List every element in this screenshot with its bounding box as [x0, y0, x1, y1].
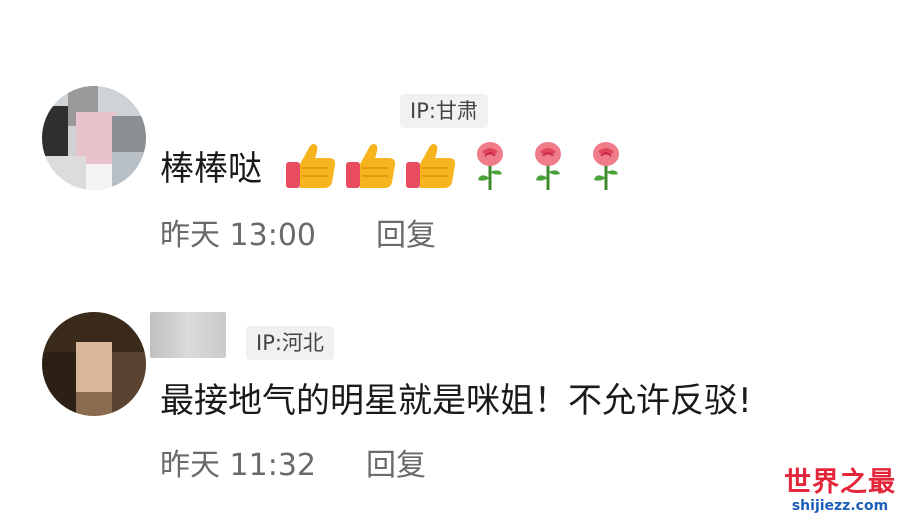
- rose-icon: [593, 142, 619, 190]
- reply-button[interactable]: 回复: [366, 446, 426, 486]
- ip-location-badge: IP:河北: [246, 326, 334, 360]
- thumbs-up-icon: [286, 144, 336, 188]
- comment-timestamp: 昨天 13:00: [160, 218, 316, 253]
- watermark-title: 世界之最: [784, 467, 896, 498]
- ip-location-badge: IP:甘肃: [400, 94, 488, 128]
- rose-icon: [535, 142, 561, 190]
- watermark-url: shijiezz.com: [791, 498, 889, 514]
- comment-timestamp: 昨天 11:32: [160, 448, 316, 483]
- comment-text: 最接地气的明星就是咪姐！不允许反驳!: [160, 381, 752, 421]
- emoji-row: [284, 140, 624, 192]
- comment-item: IP:甘肃 棒棒哒 昨天 13:00 回复: [0, 0, 908, 270]
- username-redacted[interactable]: [150, 312, 226, 358]
- avatar[interactable]: [42, 86, 146, 190]
- reply-button[interactable]: 回复: [376, 216, 436, 256]
- comment-item: IP:河北 最接地气的明星就是咪姐！不允许反驳! 昨天 11:32 回复: [0, 270, 908, 520]
- site-watermark: 世界之最 shijiezz.com: [780, 467, 900, 515]
- comment-text: 棒棒哒: [160, 149, 262, 189]
- avatar[interactable]: [42, 312, 146, 416]
- thumbs-up-icon: [406, 144, 456, 188]
- thumbs-up-icon: [346, 144, 396, 188]
- rose-icon: [477, 142, 503, 190]
